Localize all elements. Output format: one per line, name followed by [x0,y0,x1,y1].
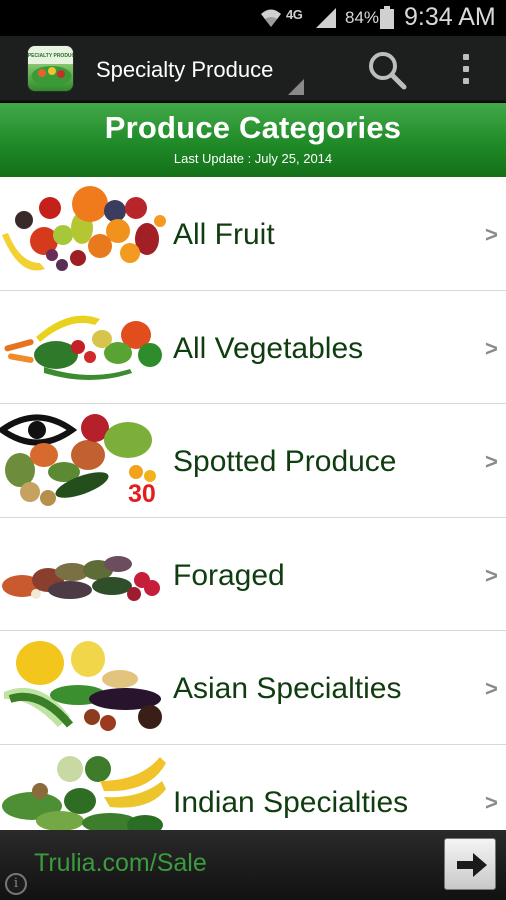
category-label: Asian Specialties [173,672,402,705]
battery-percent: 84% [345,8,380,27]
category-row-indian-specialties[interactable]: Indian Specialties > [0,744,506,830]
category-list: All Fruit > All Vegetables > 30 Spotted … [0,177,506,830]
network-type-label: 4G [286,7,303,22]
foraged-image [2,555,160,601]
category-row-all-fruit[interactable]: All Fruit > [0,177,506,291]
arrow-right-icon[interactable] [444,838,496,890]
info-icon[interactable]: i [5,873,27,895]
app-logo-icon[interactable]: SPECIALTY PRODUCE [27,45,74,92]
overflow-menu-icon[interactable] [454,50,478,90]
category-label: All Fruit [173,218,275,251]
chevron-right-icon: > [485,789,498,815]
category-row-all-vegetables[interactable]: All Vegetables > [0,290,506,404]
category-row-spotted-produce[interactable]: 30 Spotted Produce > [0,404,506,518]
spotted-count-badge: 30 [128,480,156,508]
action-bar: SPECIALTY PRODUCE Specialty Produce [0,36,506,102]
battery-icon [380,6,394,29]
category-row-foraged[interactable]: Foraged > [0,517,506,631]
wifi-icon [261,9,281,27]
chevron-right-icon: > [485,562,498,588]
status-bar: 4G 84% 9:34 AM [0,0,506,36]
page-title: Produce Categories [104,110,402,145]
category-label: All Vegetables [173,331,364,365]
category-label: Spotted Produce [173,445,397,478]
category-label: Indian Specialties [173,785,409,819]
search-icon[interactable] [366,50,410,90]
asian-specialties-image [4,641,162,731]
chevron-right-icon: > [485,222,498,247]
vegetables-image [4,315,162,380]
spinner-dropdown-icon[interactable] [288,79,304,95]
ad-banner[interactable]: Trulia.com/Sale [0,830,506,900]
clock: 9:34 AM [404,3,496,31]
app-title[interactable]: Specialty Produce [96,57,273,83]
chevron-right-icon: > [485,449,498,474]
chevron-right-icon: > [485,676,498,701]
last-update-label: Last Update : July 25, 2014 [173,151,333,166]
fruit-image [2,186,166,271]
category-label: Foraged [173,558,285,592]
category-header: Produce Categories Last Update : July 25… [0,103,506,177]
svg-text:SPECIALTY PRODUCE: SPECIALTY PRODUCE [28,53,74,59]
chevron-right-icon: > [485,335,498,361]
ad-link-text[interactable]: Trulia.com/Sale [34,849,207,878]
category-row-asian-specialties[interactable]: Asian Specialties > [0,631,506,745]
indian-specialties-image [2,755,166,830]
signal-icon [316,8,336,28]
